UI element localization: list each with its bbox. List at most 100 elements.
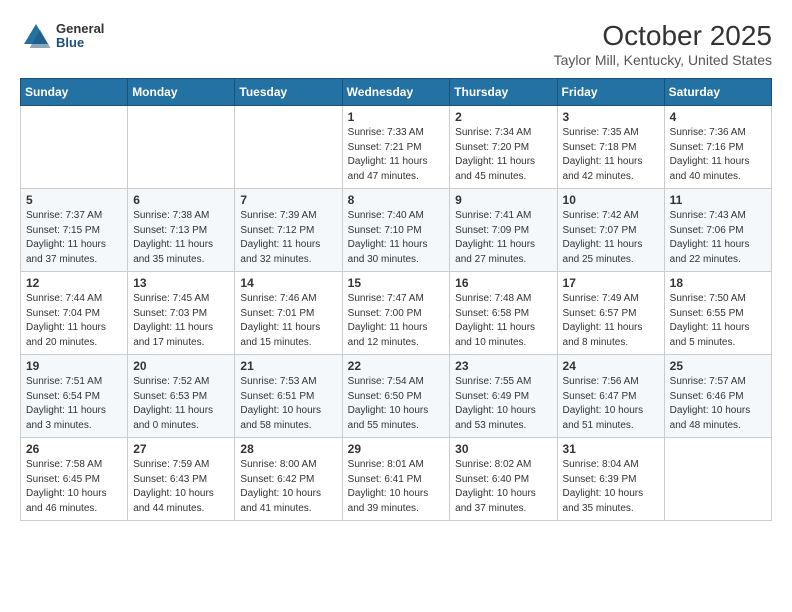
day-number: 21 (240, 359, 336, 373)
day-number: 26 (26, 442, 122, 456)
week-row-2: 12 Sunrise: 7:44 AM Sunset: 7:04 PM Dayli… (21, 272, 772, 355)
day-cell-4: 4Sunrise: 7:36 AM Sunset: 7:16 PM Daylig… (664, 106, 771, 189)
empty-cell (664, 438, 771, 521)
day-number: 15 (348, 276, 445, 290)
day-info: Sunrise: 7:44 AM Sunset: 7:04 PM Dayligh… (26, 292, 122, 350)
day-info: Sunrise: 7:33 AM Sunset: 7:21 PM Dayligh… (348, 126, 445, 184)
day-info: Sunrise: 7:53 AM Sunset: 6:51 PM Dayligh… (240, 375, 336, 433)
day-cell-17: 17 Sunrise: 7:49 AM Sunset: 6:57 PM Dayli… (557, 272, 664, 355)
week-row-0: 1 Sunrise: 7:33 AM Sunset: 7:21 PM Daylig… (21, 106, 772, 189)
day-header-sunday: Sunday (21, 79, 128, 106)
day-info: Sunrise: 8:04 AM Sunset: 6:39 PM Dayligh… (563, 458, 659, 516)
day-number: 23 (455, 359, 551, 373)
days-of-week-row: SundayMondayTuesdayWednesdayThursdayFrid… (21, 79, 772, 106)
day-number: 19 (26, 359, 122, 373)
logo-general: General (56, 22, 104, 36)
day-info: Sunrise: 7:54 AM Sunset: 6:50 PM Dayligh… (348, 375, 445, 433)
day-cell-24: 24Sunrise: 7:56 AM Sunset: 6:47 PM Dayli… (557, 355, 664, 438)
day-number: 8 (348, 193, 445, 207)
day-info: Sunrise: 8:02 AM Sunset: 6:40 PM Dayligh… (455, 458, 551, 516)
day-cell-26: 26 Sunrise: 7:58 AM Sunset: 6:45 PM Dayli… (21, 438, 128, 521)
day-header-thursday: Thursday (450, 79, 557, 106)
day-info: Sunrise: 7:38 AM Sunset: 7:13 PM Dayligh… (133, 209, 229, 267)
day-info: Sunrise: 7:41 AM Sunset: 7:09 PM Dayligh… (455, 209, 551, 267)
day-info: Sunrise: 7:49 AM Sunset: 6:57 PM Dayligh… (563, 292, 659, 350)
day-header-tuesday: Tuesday (235, 79, 342, 106)
day-cell-9: 9 Sunrise: 7:41 AM Sunset: 7:09 PM Daylig… (450, 189, 557, 272)
day-cell-14: 14Sunrise: 7:46 AM Sunset: 7:01 PM Dayli… (235, 272, 342, 355)
day-cell-22: 22 Sunrise: 7:54 AM Sunset: 6:50 PM Dayli… (342, 355, 450, 438)
day-number: 4 (670, 110, 766, 124)
day-cell-11: 11Sunrise: 7:43 AM Sunset: 7:06 PM Dayli… (664, 189, 771, 272)
day-cell-10: 10Sunrise: 7:42 AM Sunset: 7:07 PM Dayli… (557, 189, 664, 272)
calendar-body: 1 Sunrise: 7:33 AM Sunset: 7:21 PM Daylig… (21, 106, 772, 521)
logo: General Blue (20, 20, 104, 52)
day-header-saturday: Saturday (664, 79, 771, 106)
empty-cell (128, 106, 235, 189)
calendar-table: SundayMondayTuesdayWednesdayThursdayFrid… (20, 78, 772, 521)
day-info: Sunrise: 7:47 AM Sunset: 7:00 PM Dayligh… (348, 292, 445, 350)
day-info: Sunrise: 7:59 AM Sunset: 6:43 PM Dayligh… (133, 458, 229, 516)
day-info: Sunrise: 7:37 AM Sunset: 7:15 PM Dayligh… (26, 209, 122, 267)
day-number: 13 (133, 276, 229, 290)
day-cell-28: 28Sunrise: 8:00 AM Sunset: 6:42 PM Dayli… (235, 438, 342, 521)
day-info: Sunrise: 7:35 AM Sunset: 7:18 PM Dayligh… (563, 126, 659, 184)
day-cell-23: 23Sunrise: 7:55 AM Sunset: 6:49 PM Dayli… (450, 355, 557, 438)
day-number: 12 (26, 276, 122, 290)
day-number: 3 (563, 110, 659, 124)
day-cell-13: 13 Sunrise: 7:45 AM Sunset: 7:03 PM Dayli… (128, 272, 235, 355)
day-cell-18: 18Sunrise: 7:50 AM Sunset: 6:55 PM Dayli… (664, 272, 771, 355)
title-block: October 2025 Taylor Mill, Kentucky, Unit… (554, 20, 772, 68)
day-info: Sunrise: 7:56 AM Sunset: 6:47 PM Dayligh… (563, 375, 659, 433)
day-info: Sunrise: 7:43 AM Sunset: 7:06 PM Dayligh… (670, 209, 766, 267)
day-number: 16 (455, 276, 551, 290)
logo-blue: Blue (56, 36, 104, 50)
logo-text: General Blue (56, 22, 104, 51)
day-cell-5: 5Sunrise: 7:37 AM Sunset: 7:15 PM Daylig… (21, 189, 128, 272)
day-number: 22 (348, 359, 445, 373)
day-cell-12: 12 Sunrise: 7:44 AM Sunset: 7:04 PM Dayli… (21, 272, 128, 355)
day-number: 9 (455, 193, 551, 207)
day-info: Sunrise: 7:58 AM Sunset: 6:45 PM Dayligh… (26, 458, 122, 516)
day-number: 17 (563, 276, 659, 290)
day-info: Sunrise: 8:00 AM Sunset: 6:42 PM Dayligh… (240, 458, 336, 516)
day-cell-16: 16 Sunrise: 7:48 AM Sunset: 6:58 PM Dayli… (450, 272, 557, 355)
logo-icon (20, 20, 52, 52)
day-cell-8: 8Sunrise: 7:40 AM Sunset: 7:10 PM Daylig… (342, 189, 450, 272)
week-row-3: 19 Sunrise: 7:51 AM Sunset: 6:54 PM Dayli… (21, 355, 772, 438)
week-row-1: 5Sunrise: 7:37 AM Sunset: 7:15 PM Daylig… (21, 189, 772, 272)
day-header-wednesday: Wednesday (342, 79, 450, 106)
day-cell-30: 30 Sunrise: 8:02 AM Sunset: 6:40 PM Dayli… (450, 438, 557, 521)
day-number: 14 (240, 276, 336, 290)
week-row-4: 26 Sunrise: 7:58 AM Sunset: 6:45 PM Dayli… (21, 438, 772, 521)
empty-cell (21, 106, 128, 189)
day-cell-29: 29Sunrise: 8:01 AM Sunset: 6:41 PM Dayli… (342, 438, 450, 521)
day-cell-6: 6 Sunrise: 7:38 AM Sunset: 7:13 PM Daylig… (128, 189, 235, 272)
day-info: Sunrise: 7:45 AM Sunset: 7:03 PM Dayligh… (133, 292, 229, 350)
day-cell-31: 31 Sunrise: 8:04 AM Sunset: 6:39 PM Dayli… (557, 438, 664, 521)
day-number: 30 (455, 442, 551, 456)
day-cell-27: 27 Sunrise: 7:59 AM Sunset: 6:43 PM Dayli… (128, 438, 235, 521)
day-number: 31 (563, 442, 659, 456)
day-cell-7: 7Sunrise: 7:39 AM Sunset: 7:12 PM Daylig… (235, 189, 342, 272)
day-cell-25: 25Sunrise: 7:57 AM Sunset: 6:46 PM Dayli… (664, 355, 771, 438)
day-info: Sunrise: 7:52 AM Sunset: 6:53 PM Dayligh… (133, 375, 229, 433)
day-number: 29 (348, 442, 445, 456)
day-number: 20 (133, 359, 229, 373)
day-info: Sunrise: 7:34 AM Sunset: 7:20 PM Dayligh… (455, 126, 551, 184)
day-cell-20: 20 Sunrise: 7:52 AM Sunset: 6:53 PM Dayli… (128, 355, 235, 438)
page-title: October 2025 (554, 20, 772, 52)
day-info: Sunrise: 7:51 AM Sunset: 6:54 PM Dayligh… (26, 375, 122, 433)
day-cell-15: 15 Sunrise: 7:47 AM Sunset: 7:00 PM Dayli… (342, 272, 450, 355)
day-info: Sunrise: 7:57 AM Sunset: 6:46 PM Dayligh… (670, 375, 766, 433)
day-header-monday: Monday (128, 79, 235, 106)
page-subtitle: Taylor Mill, Kentucky, United States (554, 52, 772, 68)
day-number: 27 (133, 442, 229, 456)
day-number: 1 (348, 110, 445, 124)
day-header-friday: Friday (557, 79, 664, 106)
day-number: 6 (133, 193, 229, 207)
day-info: Sunrise: 7:50 AM Sunset: 6:55 PM Dayligh… (670, 292, 766, 350)
day-cell-19: 19 Sunrise: 7:51 AM Sunset: 6:54 PM Dayli… (21, 355, 128, 438)
day-number: 10 (563, 193, 659, 207)
day-info: Sunrise: 7:48 AM Sunset: 6:58 PM Dayligh… (455, 292, 551, 350)
